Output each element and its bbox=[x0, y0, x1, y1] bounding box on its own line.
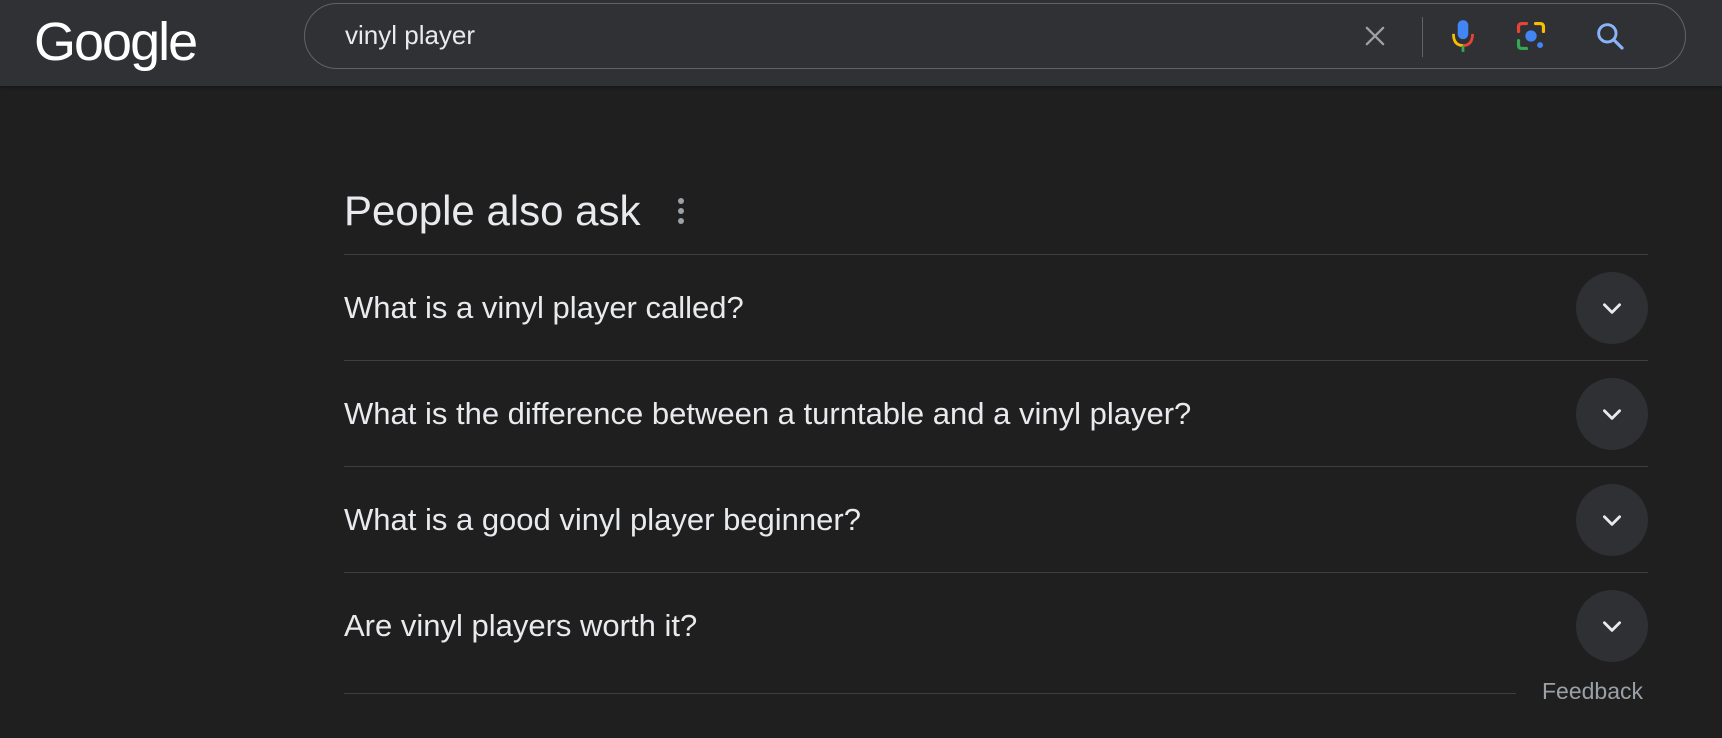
paa-question-text: What is a good vinyl player beginner? bbox=[344, 501, 861, 537]
chevron-down-icon bbox=[1603, 620, 1621, 632]
feedback-link[interactable]: Feedback bbox=[1542, 678, 1643, 705]
expand-button[interactable] bbox=[1576, 589, 1648, 662]
people-also-ask-section: People also ask What is a vinyl player c… bbox=[344, 180, 1648, 678]
paa-title: People also ask bbox=[344, 187, 641, 234]
mic-icon[interactable] bbox=[1443, 16, 1483, 56]
paa-question-row[interactable]: Are vinyl players worth it? bbox=[344, 573, 1648, 678]
expand-button[interactable] bbox=[1576, 377, 1648, 450]
search-icon[interactable] bbox=[1590, 16, 1630, 56]
chevron-down-icon bbox=[1603, 408, 1621, 420]
paa-list: What is a vinyl player called? What is t… bbox=[344, 254, 1648, 678]
paa-question-row[interactable]: What is a good vinyl player beginner? bbox=[344, 467, 1648, 573]
section-divider bbox=[344, 693, 1516, 694]
more-vert-icon[interactable] bbox=[671, 193, 691, 229]
paa-question-row[interactable]: What is the difference between a turntab… bbox=[344, 361, 1648, 467]
search-input[interactable]: vinyl player bbox=[345, 4, 475, 67]
paa-question-text: Are vinyl players worth it? bbox=[344, 607, 698, 643]
expand-button[interactable] bbox=[1576, 483, 1648, 556]
paa-question-text: What is a vinyl player called? bbox=[344, 289, 744, 325]
search-header: Google vinyl player bbox=[0, 0, 1722, 86]
camera-lens-icon[interactable] bbox=[1511, 16, 1551, 56]
chevron-down-icon bbox=[1603, 302, 1621, 314]
search-box[interactable]: vinyl player bbox=[304, 3, 1686, 69]
paa-question-text: What is the difference between a turntab… bbox=[344, 395, 1192, 431]
close-icon[interactable] bbox=[1355, 16, 1395, 56]
paa-heading: People also ask bbox=[344, 180, 1648, 242]
chevron-down-icon bbox=[1603, 514, 1621, 526]
google-logo[interactable]: Google bbox=[34, 6, 198, 78]
expand-button[interactable] bbox=[1576, 271, 1648, 344]
paa-question-row[interactable]: What is a vinyl player called? bbox=[344, 255, 1648, 361]
search-divider bbox=[1422, 17, 1423, 57]
